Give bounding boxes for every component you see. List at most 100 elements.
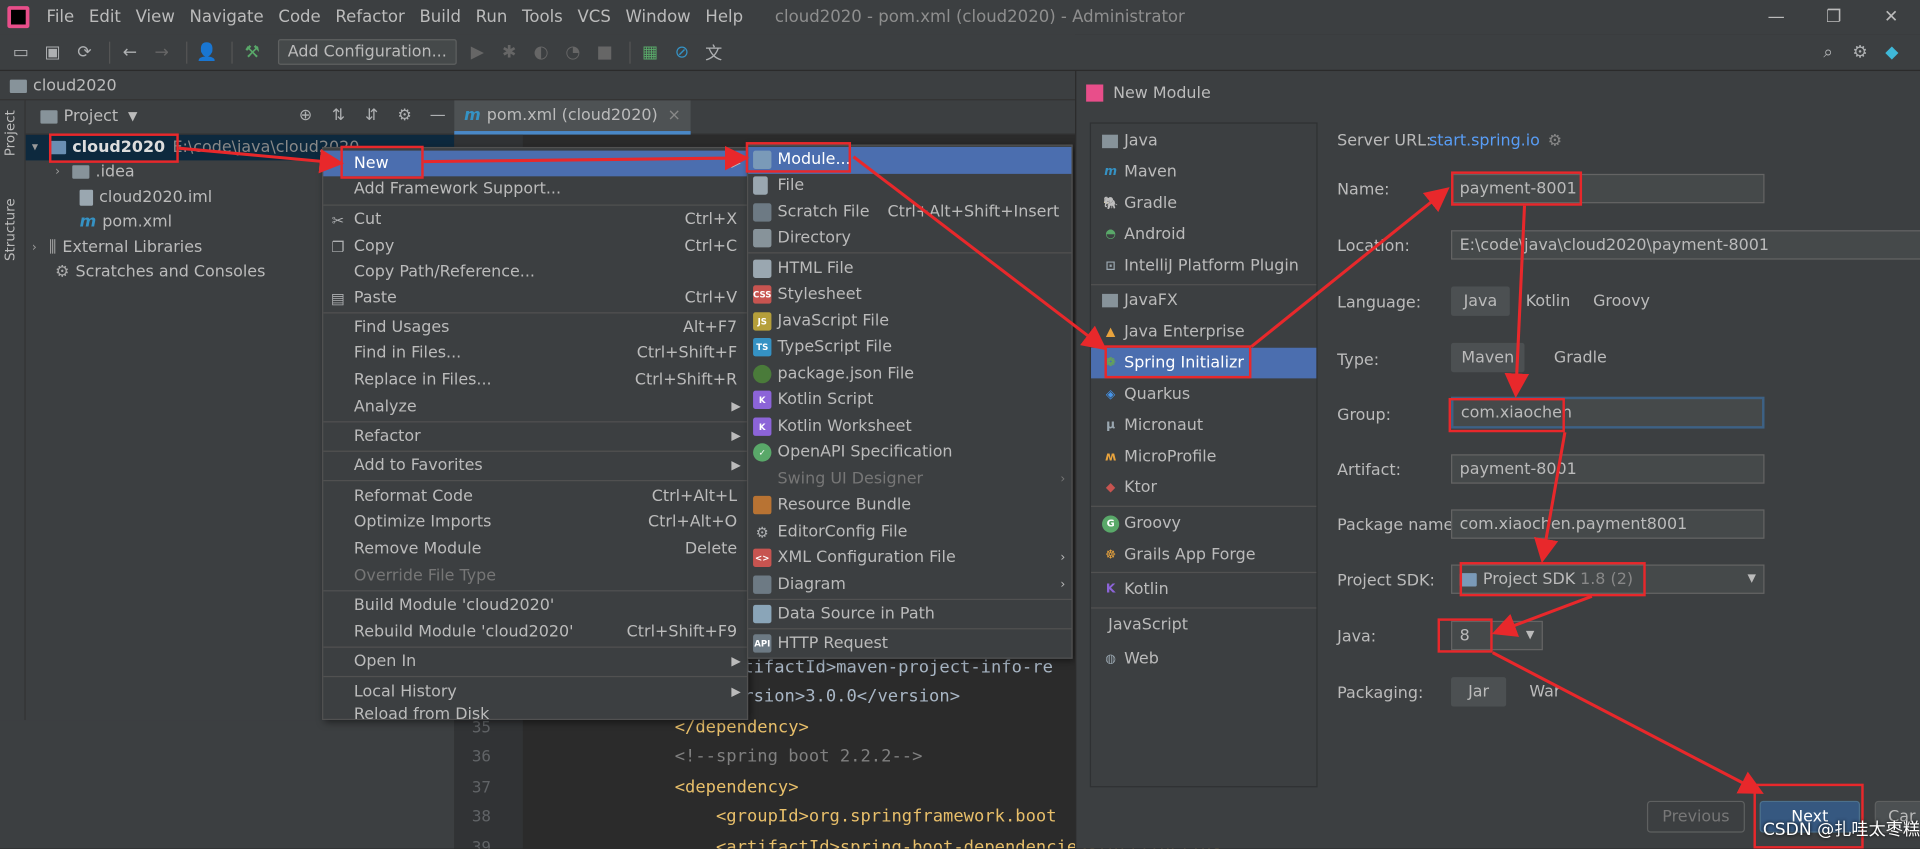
- generator-kotlin[interactable]: K Kotlin: [1091, 574, 1316, 605]
- menu-tools[interactable]: Tools: [515, 7, 570, 27]
- package-name-field[interactable]: com.xiaochen.payment8001: [1451, 509, 1765, 539]
- gear-icon[interactable]: ⚙: [1548, 132, 1562, 150]
- menu-item-local-history[interactable]: Local History ▶: [323, 680, 747, 706]
- menu-item-rebuild-module[interactable]: Rebuild Module 'cloud2020' Ctrl+Shift+F9: [323, 620, 747, 646]
- chevron-down-icon[interactable]: ▼: [128, 110, 137, 123]
- submenu-item-file[interactable]: File: [748, 173, 1071, 199]
- menu-item-add-to-favorites[interactable]: Add to Favorites ▶: [323, 453, 747, 479]
- type-maven[interactable]: Maven: [1451, 342, 1525, 373]
- menu-item-new[interactable]: New ▶: [323, 150, 747, 177]
- monitor-icon[interactable]: ▦: [637, 39, 664, 66]
- debug-icon[interactable]: ✱: [496, 39, 523, 66]
- submenu-item-typescript-file[interactable]: TS TypeScript File: [748, 334, 1071, 360]
- generator-spring-initializr[interactable]: ❁ Spring Initializr: [1091, 347, 1317, 379]
- generator-microprofile[interactable]: ʍ MicroProfile: [1091, 442, 1316, 473]
- menu-item-copy[interactable]: ❐ Copy Ctrl+C: [323, 234, 747, 260]
- generator-java[interactable]: Java: [1091, 126, 1316, 157]
- artifact-field[interactable]: payment-8001: [1451, 454, 1765, 484]
- chevron-right-icon[interactable]: ›: [55, 166, 72, 179]
- menu-help[interactable]: Help: [698, 7, 750, 27]
- generator-groovy[interactable]: G Groovy: [1091, 508, 1316, 539]
- open-folder-icon[interactable]: ▭: [7, 39, 34, 66]
- tab-structure[interactable]: Structure: [2, 198, 18, 261]
- collapse-all-icon[interactable]: ⇵: [355, 107, 388, 125]
- menu-navigate[interactable]: Navigate: [182, 7, 271, 27]
- menu-window[interactable]: Window: [618, 7, 698, 27]
- generator-quarkus[interactable]: ◈ Quarkus: [1091, 380, 1316, 411]
- run-icon[interactable]: ▶: [464, 39, 491, 66]
- menu-edit[interactable]: Edit: [82, 7, 129, 27]
- submenu-item-package-json[interactable]: package.json File: [748, 361, 1071, 387]
- menu-item-find-in-files[interactable]: Find in Files... Ctrl+Shift+F: [323, 340, 747, 366]
- menu-item-find-usages[interactable]: Find Usages Alt+F7: [323, 315, 747, 341]
- tab-pom-xml[interactable]: m pom.xml (cloud2020) ×: [454, 100, 691, 135]
- submenu-item-directory[interactable]: Directory: [748, 225, 1071, 251]
- generator-javafx[interactable]: JavaFX: [1091, 285, 1316, 316]
- menu-item-open-in[interactable]: Open In ▶: [323, 649, 747, 675]
- menu-item-cut[interactable]: ✂ Cut Ctrl+X: [323, 207, 747, 233]
- submenu-item-editorconfig[interactable]: ⚙ EditorConfig File: [748, 519, 1071, 545]
- menu-item-remove-module[interactable]: Remove Module Delete: [323, 536, 747, 562]
- submenu-item-http-request[interactable]: API HTTP Request: [748, 631, 1071, 657]
- submenu-item-resource-bundle[interactable]: Resource Bundle: [748, 492, 1071, 518]
- forward-icon[interactable]: →: [148, 39, 175, 66]
- generator-micronaut[interactable]: μ Micronaut: [1091, 410, 1316, 441]
- language-kotlin[interactable]: Kotlin: [1513, 287, 1582, 316]
- name-field[interactable]: payment-8001: [1451, 173, 1765, 204]
- chevron-down-icon[interactable]: ▾: [32, 141, 49, 154]
- search-icon[interactable]: ⌕: [1815, 39, 1842, 66]
- generator-intellij-plugin[interactable]: ⊡ IntelliJ Platform Plugin: [1091, 251, 1316, 282]
- packaging-jar[interactable]: Jar: [1451, 677, 1507, 707]
- menu-view[interactable]: View: [128, 7, 182, 27]
- menu-build[interactable]: Build: [412, 7, 468, 27]
- stop-icon[interactable]: ■: [591, 39, 618, 66]
- server-url-link[interactable]: start.spring.io: [1429, 132, 1540, 150]
- generator-android[interactable]: ◓ Android: [1091, 219, 1316, 250]
- tab-project[interactable]: Project: [2, 110, 18, 156]
- gear-icon[interactable]: ⚙: [388, 107, 421, 125]
- type-gradle[interactable]: Gradle: [1542, 343, 1619, 372]
- generator-javascript[interactable]: JavaScript: [1091, 610, 1316, 641]
- language-groovy[interactable]: Groovy: [1581, 287, 1662, 316]
- generator-maven[interactable]: m Maven: [1091, 157, 1316, 188]
- menu-file[interactable]: File: [39, 7, 81, 27]
- back-icon[interactable]: ←: [116, 39, 143, 66]
- close-icon[interactable]: ✕: [1862, 0, 1920, 34]
- language-java[interactable]: Java: [1451, 286, 1510, 316]
- chevron-right-icon[interactable]: ›: [32, 241, 49, 254]
- hide-icon[interactable]: —: [421, 107, 454, 125]
- menu-code[interactable]: Code: [271, 7, 328, 27]
- generator-web[interactable]: ◍ Web: [1091, 644, 1316, 675]
- submenu-item-javascript-file[interactable]: JS JavaScript File: [748, 309, 1071, 335]
- breadcrumb-project[interactable]: cloud2020: [33, 77, 117, 95]
- submenu-item-kotlin-script[interactable]: K Kotlin Script: [748, 387, 1071, 413]
- generator-grails[interactable]: ☸ Grails App Forge: [1091, 540, 1316, 571]
- minimize-icon[interactable]: —: [1747, 0, 1805, 34]
- menu-vcs[interactable]: VCS: [570, 7, 618, 27]
- menu-item-build-module[interactable]: Build Module 'cloud2020': [323, 593, 747, 619]
- menu-item-refactor[interactable]: Refactor ▶: [323, 424, 747, 450]
- generator-java-enterprise[interactable]: ▲ Java Enterprise: [1091, 317, 1316, 348]
- menu-item-reformat-code[interactable]: Reformat Code Ctrl+Alt+L: [323, 484, 747, 510]
- project-sdk-dropdown[interactable]: Project SDK 1.8 (2) ▼: [1451, 564, 1765, 594]
- submenu-item-stylesheet[interactable]: CSS Stylesheet: [748, 282, 1071, 308]
- submenu-item-kotlin-worksheet[interactable]: K Kotlin Worksheet: [748, 414, 1071, 440]
- locate-icon[interactable]: ⊕: [289, 107, 322, 125]
- packaging-war[interactable]: War: [1517, 677, 1573, 706]
- close-icon[interactable]: ×: [667, 107, 680, 125]
- save-icon[interactable]: ▣: [39, 39, 66, 66]
- previous-button[interactable]: Previous: [1646, 800, 1745, 833]
- submenu-item-xml-config[interactable]: <> XML Configuration File ›: [748, 545, 1071, 571]
- coverage-icon[interactable]: ◐: [528, 39, 555, 66]
- expand-all-icon[interactable]: ⇅: [322, 107, 355, 125]
- submenu-item-scratch-file[interactable]: Scratch File Ctrl+Alt+Shift+Insert: [748, 200, 1071, 226]
- group-field[interactable]: com.xiaochen: [1451, 396, 1765, 429]
- build-hammer-icon[interactable]: ⚒: [239, 39, 266, 66]
- generator-gradle[interactable]: 🐘 Gradle: [1091, 189, 1316, 220]
- toolbox-icon[interactable]: ◆: [1878, 39, 1905, 66]
- menu-item-analyze[interactable]: Analyze ▶: [323, 394, 747, 420]
- menu-item-copy-path[interactable]: Copy Path/Reference...: [323, 260, 747, 286]
- add-configuration-button[interactable]: Add Configuration...: [277, 39, 457, 65]
- no-entry-icon[interactable]: ⊘: [668, 39, 695, 66]
- submenu-item-openapi[interactable]: ✓ OpenAPI Specification: [748, 440, 1071, 466]
